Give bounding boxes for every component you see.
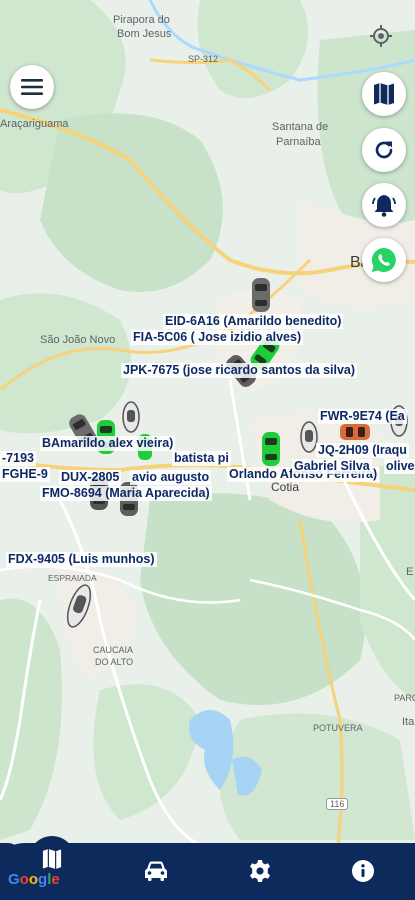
map-layers-button[interactable] (362, 72, 406, 116)
google-attribution: Google (8, 871, 60, 888)
nav-settings-button[interactable] (242, 853, 278, 889)
road-shield: 116 (326, 798, 349, 810)
place-label: Santana de (272, 121, 329, 133)
vehicle-marker-green[interactable] (260, 430, 282, 468)
place-label: E (406, 566, 414, 578)
vehicle-label[interactable]: DUX-2805 (59, 470, 122, 485)
place-label: Ita (402, 716, 415, 728)
place-label: São João Novo (40, 334, 116, 346)
place-label: POTUVERA (313, 723, 363, 733)
refresh-button[interactable] (362, 128, 406, 172)
vehicle-label[interactable]: olivei (384, 459, 415, 474)
motorcycle-marker[interactable] (120, 400, 142, 434)
road-shield: SP-312 (188, 54, 219, 64)
info-icon (352, 860, 374, 882)
refresh-icon (375, 141, 393, 159)
place-label: CAUCAIA (93, 645, 134, 655)
vehicle-label[interactable]: FIA-5C06 ( Jose izidio alves) (131, 330, 304, 345)
vehicle-label[interactable]: avio augusto (130, 470, 212, 485)
bell-icon (372, 195, 396, 217)
nav-vehicles-button[interactable] (138, 853, 174, 889)
my-location-icon (370, 25, 392, 47)
vehicle-label[interactable]: -7193 (0, 451, 36, 466)
alarm-button[interactable] (362, 183, 406, 227)
my-location-button[interactable] (365, 20, 397, 52)
car-icon (145, 861, 167, 881)
vehicle-label[interactable]: JPK-7675 (jose ricardo santos da silva) (121, 363, 358, 378)
vehicle-label[interactable]: batista pi (172, 451, 231, 466)
vehicle-label[interactable]: EID-6A16 (Amarildo benedito) (163, 314, 344, 329)
menu-icon (21, 79, 43, 95)
place-label: DO ALTO (95, 657, 134, 667)
vehicle-label[interactable]: FGHE-9 (0, 467, 50, 482)
place-label: Cotia (271, 480, 300, 494)
vehicle-label[interactable]: FDX-9405 (Luis munhos) (6, 552, 157, 567)
place-label: Bom Jesus (117, 28, 172, 40)
menu-button[interactable] (10, 65, 54, 109)
vehicle-label[interactable]: Gabriel Silva (292, 459, 372, 474)
vehicle-label[interactable]: FWR-9E74 (Ea (318, 409, 407, 424)
place-label: Araçariguama (0, 118, 69, 130)
vehicle-label[interactable]: JQ-2H09 (Iraqu (316, 443, 409, 458)
vehicle-label[interactable]: BAmarildo alex vieira) (40, 436, 176, 451)
vehicle-label[interactable]: FMO-8694 (Maria Aparecida) (40, 486, 212, 501)
place-label: Parnaíba (276, 136, 321, 148)
vehicle-marker-gray[interactable] (250, 276, 272, 314)
place-label: PARQUE (394, 693, 415, 703)
nav-info-button[interactable] (345, 853, 381, 889)
place-label: Pirapora do (113, 14, 170, 26)
map-icon (42, 849, 62, 869)
gear-icon (250, 860, 270, 882)
map-icon (374, 83, 394, 105)
whatsapp-icon (371, 247, 396, 272)
whatsapp-button[interactable] (362, 238, 406, 282)
